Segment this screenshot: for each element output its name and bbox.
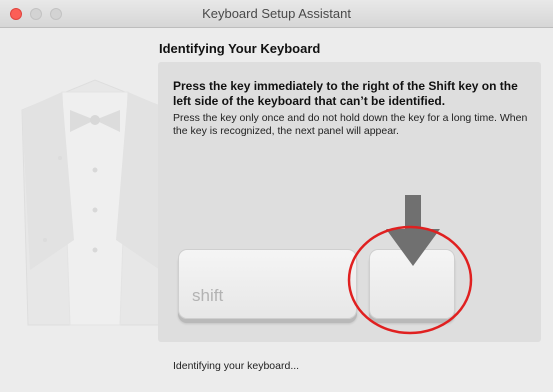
- page-heading: Identifying Your Keyboard: [159, 41, 321, 56]
- red-circle-annotation: [347, 225, 473, 335]
- window-title: Keyboard Setup Assistant: [202, 6, 351, 21]
- instruction-text: Press the key only once and do not hold …: [173, 112, 528, 137]
- title-bar: Keyboard Setup Assistant: [0, 0, 553, 28]
- shift-key: shift: [178, 249, 357, 319]
- shift-key-label: shift: [192, 286, 224, 305]
- instruction-bold-text: Press the key immediately to the right o…: [173, 79, 518, 108]
- status-text: Identifying your keyboard...: [173, 360, 300, 372]
- instruction-panel: Press the key immediately to the right o…: [158, 62, 541, 342]
